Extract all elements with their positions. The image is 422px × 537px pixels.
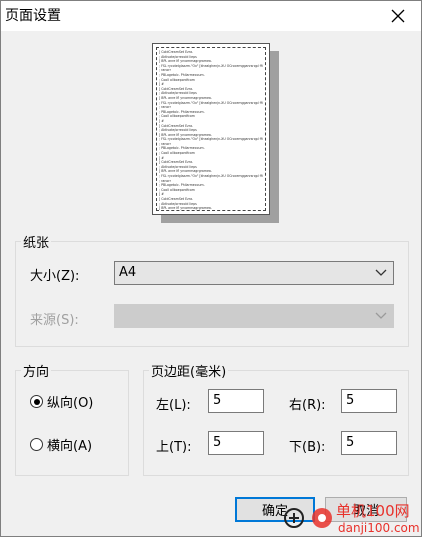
window-title: 页面设置: [5, 8, 61, 24]
margin-left-input[interactable]: 5: [208, 389, 264, 413]
landscape-label: 横向(A): [47, 439, 93, 454]
page-setup-dialog: 页面设置 [ ColdCreamSet Ezra.; Aktivate/orre…: [0, 0, 422, 537]
paper-size-label: 大小(Z):: [30, 269, 80, 284]
margin-left-label: 左(L):: [156, 398, 191, 413]
portrait-label: 纵向(O): [47, 396, 94, 411]
portrait-radio-button[interactable]: [30, 395, 43, 408]
orientation-group: [15, 370, 129, 476]
paper-source-label: 来源(S):: [30, 313, 79, 328]
page-preview: [ ColdCreamSet Ezra.; Aktivate/orrecold …: [152, 43, 270, 215]
margin-right-input[interactable]: 5: [341, 389, 397, 413]
preview-text-line: ; FSL rycotelglazzm."Ox" [khealghenjn-XU…: [159, 63, 263, 68]
watermark-logo-icon: 单机100网 danji100.com: [284, 502, 420, 535]
close-icon: [391, 9, 405, 23]
watermark-url: danji100.com: [338, 521, 420, 535]
margins-group-label: 页边距(毫米): [149, 361, 229, 380]
chevron-down-icon: [375, 269, 387, 276]
paper-group-label: 纸张: [21, 232, 52, 251]
preview-text-line: ; FSL rycotelglazzm."Ox" [khealghenjn-XU…: [159, 100, 263, 105]
preview-text-line: ; FSL rycotelglazzm."Ox" [khealghenjn-XU…: [159, 137, 263, 142]
margin-right-label: 右(R):: [289, 398, 326, 413]
landscape-radio-button[interactable]: [30, 438, 43, 451]
margin-top-label: 上(T):: [156, 440, 192, 455]
watermark-title: 单机100网: [336, 502, 410, 520]
paper-size-select[interactable]: A4: [114, 261, 394, 285]
preview-text-line: ; FSL rycotelglazzm."Ox" [khealghenjn-XU…: [159, 174, 263, 179]
margin-bottom-label: 下(B):: [289, 440, 326, 455]
landscape-radio[interactable]: 横向(A): [30, 435, 92, 454]
margin-top-input[interactable]: 5: [208, 431, 264, 455]
close-button[interactable]: [375, 1, 421, 31]
site-watermark: 单机100网 danji100.com: [284, 496, 422, 537]
chevron-down-icon: [375, 312, 387, 319]
margins-group: [143, 370, 409, 476]
title-bar[interactable]: 页面设置: [1, 1, 421, 31]
orientation-group-label: 方向: [21, 361, 52, 380]
paper-size-value: A4: [119, 265, 137, 280]
portrait-radio[interactable]: 纵向(O): [30, 392, 93, 411]
paper-group: [15, 241, 409, 347]
preview-margin-outline: [ ColdCreamSet Ezra.; Aktivate/orrecold …: [156, 47, 266, 211]
margin-bottom-input[interactable]: 5: [341, 431, 397, 455]
paper-source-select: [114, 304, 394, 328]
